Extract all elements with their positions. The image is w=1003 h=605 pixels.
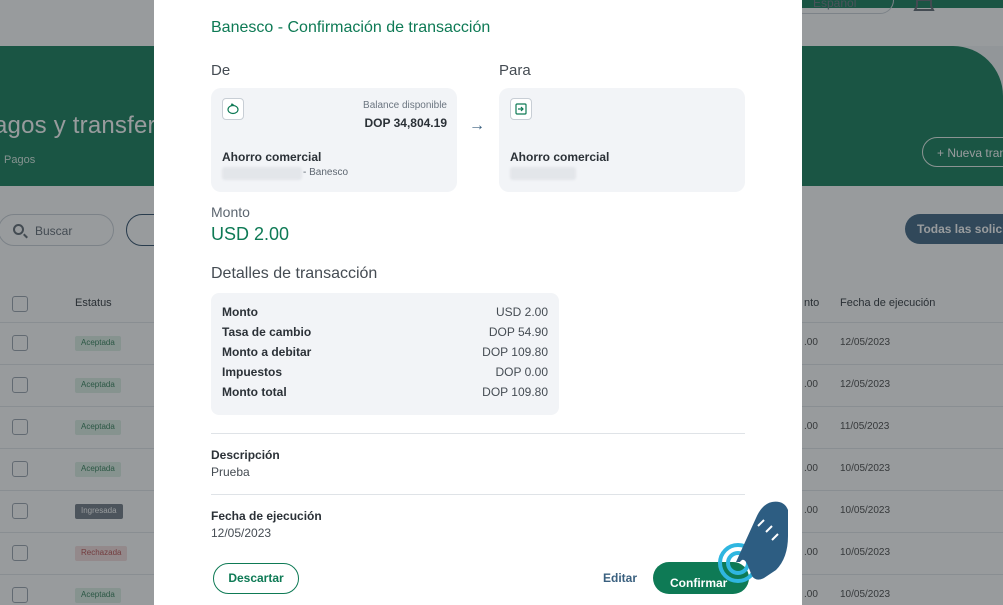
to-account-number-redacted [510, 167, 576, 180]
detail-key: Monto [222, 305, 258, 319]
from-account-card: Balance disponible DOP 34,804.19 Ahorro … [211, 88, 457, 192]
to-account-card: Ahorro comercial [499, 88, 745, 192]
detail-key: Monto total [222, 385, 287, 399]
detail-value: DOP 109.80 [482, 345, 548, 359]
detail-row: Monto USD 2.00 [222, 305, 548, 323]
detail-key: Monto a debitar [222, 345, 312, 359]
execution-date-value: 12/05/2023 [211, 526, 272, 540]
discard-button[interactable]: Descartar [213, 563, 299, 594]
piggy-bank-icon [222, 98, 244, 120]
detail-row: Monto a debitar DOP 109.80 [222, 345, 548, 363]
details-box: Monto USD 2.00 Tasa de cambio DOP 54.90 Mont… [211, 293, 559, 415]
transfer-in-icon [510, 98, 532, 120]
to-account-name: Ahorro comercial [510, 150, 610, 164]
detail-value: DOP 0.00 [495, 365, 548, 379]
balance-label: Balance disponible [363, 100, 447, 111]
amount-value: USD 2.00 [211, 224, 290, 244]
detail-row: Monto total DOP 109.80 [222, 385, 548, 403]
detail-key: Impuestos [222, 365, 283, 379]
edit-button[interactable]: Editar [603, 571, 637, 585]
detail-row: Tasa de cambio DOP 54.90 [222, 325, 548, 343]
detail-value: USD 2.00 [495, 305, 548, 319]
balance-value: DOP 34,804.19 [364, 116, 447, 130]
detail-value: DOP 109.80 [482, 385, 548, 399]
amount-label: Monto [211, 204, 250, 220]
divider [211, 433, 745, 434]
modal-title: Banesco - Confirmación de transacción [211, 19, 491, 36]
arrow-right-icon: → [469, 117, 485, 134]
from-label: De [211, 62, 231, 79]
description-value: Prueba [211, 465, 250, 479]
from-account-name: Ahorro comercial [222, 150, 322, 164]
execution-date-label: Fecha de ejecución [211, 509, 322, 523]
from-account-number-redacted [222, 167, 302, 180]
detail-key: Tasa de cambio [222, 325, 312, 339]
description-label: Descripción [211, 448, 280, 462]
detail-row: Impuestos DOP 0.00 [222, 365, 548, 383]
confirmation-modal: Banesco - Confirmación de transacción De… [154, 0, 802, 605]
detail-value: DOP 54.90 [488, 325, 548, 339]
details-title: Detalles de transacción [211, 265, 378, 282]
pointing-hand-icon [718, 501, 788, 583]
divider [211, 494, 745, 495]
to-label: Para [499, 62, 531, 79]
from-bank-name: - Banesco [303, 167, 349, 178]
